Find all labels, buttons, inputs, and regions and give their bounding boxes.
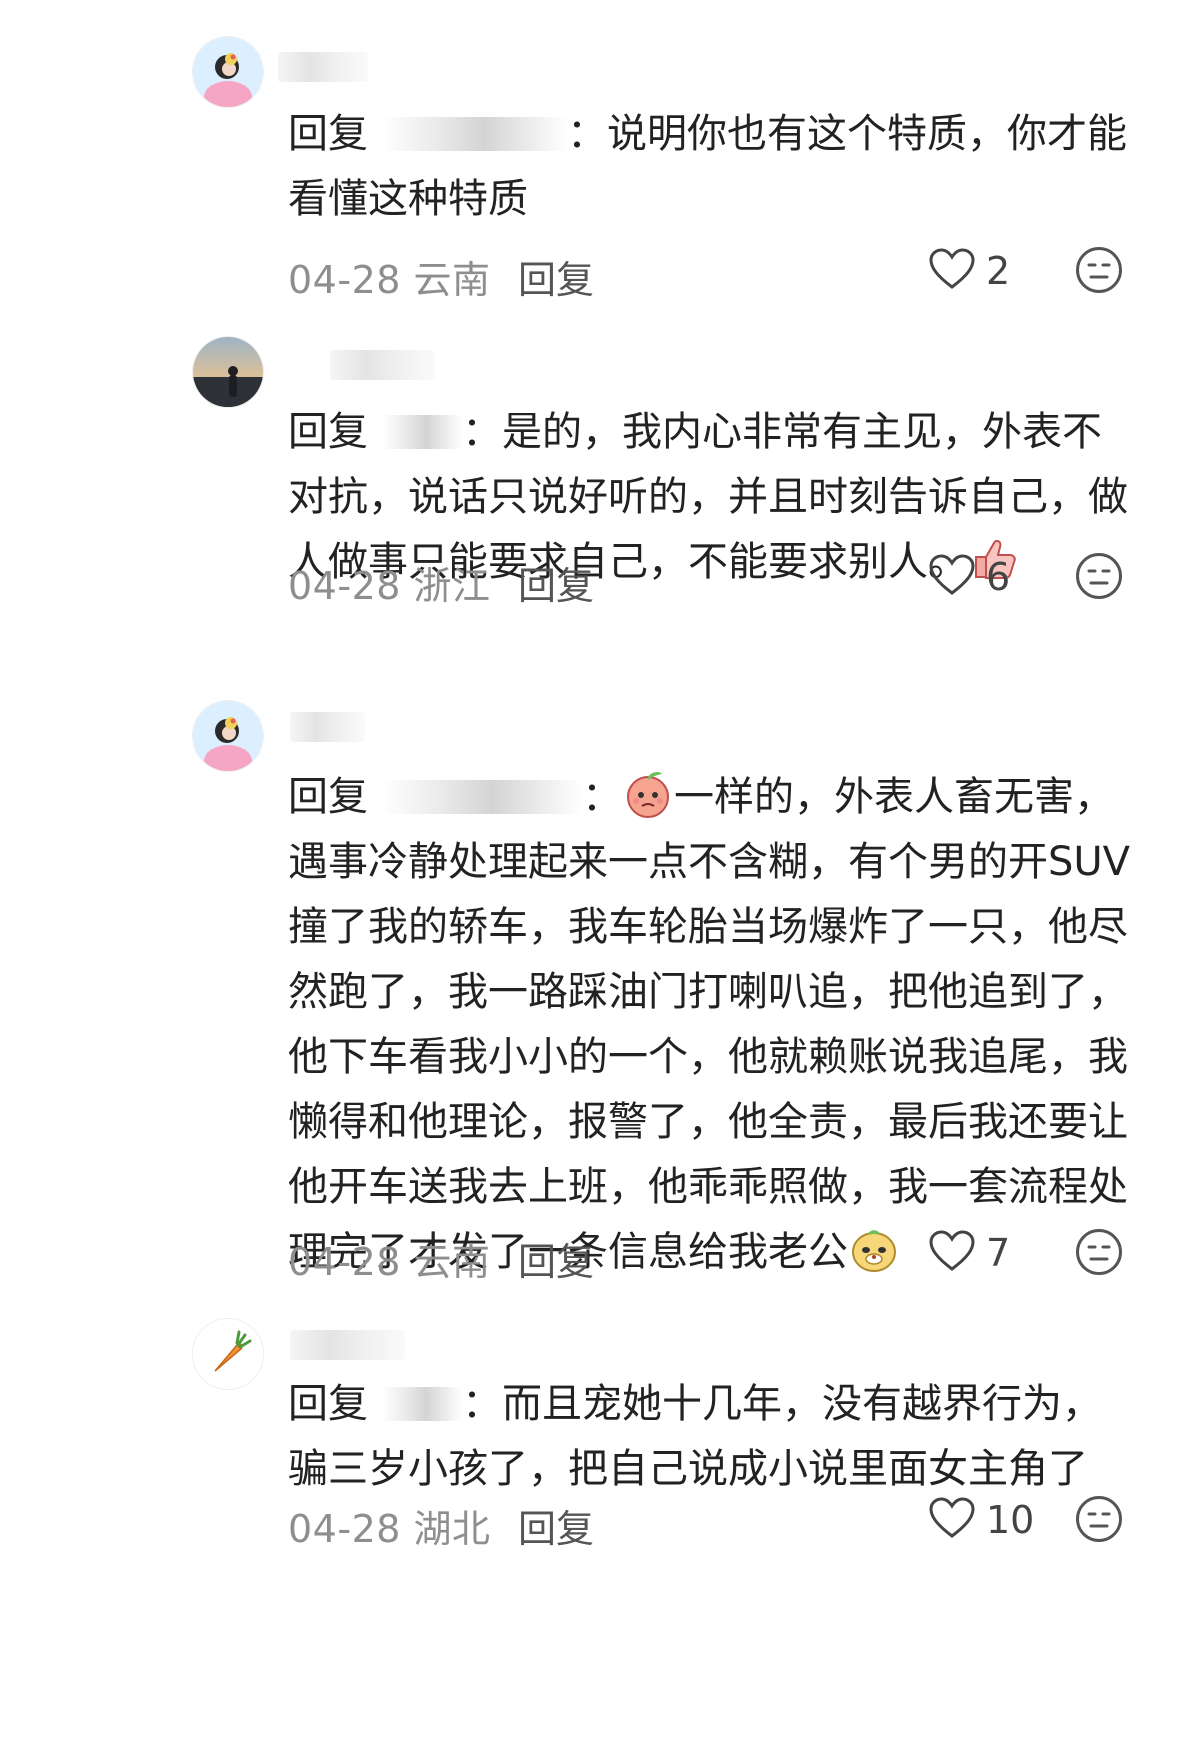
emoji-face-icon xyxy=(1076,247,1122,293)
like-count: 2 xyxy=(986,249,1011,293)
comment-meta: 04-28 云南 回复 2 xyxy=(288,243,1148,302)
like-count: 7 xyxy=(986,1231,1011,1275)
comment-date-location: 04-28 湖北 xyxy=(288,1498,491,1553)
comment-location: 云南 xyxy=(413,1240,491,1284)
mentioned-username-redacted[interactable] xyxy=(382,1387,462,1421)
user-avatar[interactable] xyxy=(192,700,264,772)
heart-outline-icon xyxy=(929,554,975,595)
reply-prefix: 回复 xyxy=(288,774,368,820)
reply-button[interactable]: 回复 xyxy=(518,555,594,610)
shy-peach-emoji xyxy=(622,768,674,820)
avatar-girl-pink-icon xyxy=(193,37,263,107)
react-button[interactable] xyxy=(1074,245,1124,295)
avatar-girl-pink-icon xyxy=(193,701,263,771)
comment-meta: 04-28 云南 回复 7 xyxy=(288,1225,1148,1284)
username-redacted[interactable] xyxy=(290,1330,405,1360)
comment-date-location: 04-28 浙江 xyxy=(288,555,491,610)
emoji-face-icon xyxy=(1076,553,1122,599)
avatar-sunset-silhouette-icon xyxy=(193,337,263,407)
comment-location: 云南 xyxy=(413,258,491,302)
user-avatar[interactable] xyxy=(192,36,264,108)
comment-date: 04-28 xyxy=(288,1240,401,1284)
comment-date: 04-28 xyxy=(288,564,401,608)
comment-date-location: 04-28 云南 xyxy=(288,1231,491,1286)
comment-date-location: 04-28 云南 xyxy=(288,249,491,304)
heart-outline-icon xyxy=(929,1497,975,1538)
react-button[interactable] xyxy=(1074,551,1124,601)
heart-outline-icon xyxy=(929,248,975,289)
username-redacted[interactable] xyxy=(278,52,368,82)
reply-prefix: 回复 xyxy=(288,111,368,157)
reply-button[interactable]: 回复 xyxy=(518,1498,594,1553)
reply-prefix: 回复 xyxy=(288,1381,368,1427)
comment-content-part2: 一样的，外表人畜无害，遇事冷静处理起来一点不含糊，有个男的开SUV撞了我的轿车，… xyxy=(288,774,1131,1275)
mentioned-username-redacted[interactable] xyxy=(382,415,462,449)
comment-date: 04-28 xyxy=(288,258,401,302)
heart-outline-icon xyxy=(929,1230,975,1271)
react-button[interactable] xyxy=(1074,1494,1124,1544)
comment-text: 回复 ：而且宠她十几年，没有越界行为，骗三岁小孩了，把自己说成小说里面女主角了 xyxy=(288,1372,1138,1502)
comment-date: 04-28 xyxy=(288,1507,401,1551)
like-count: 10 xyxy=(986,1498,1035,1542)
react-button[interactable] xyxy=(1074,1227,1124,1277)
reply-button[interactable]: 回复 xyxy=(518,249,594,304)
comment-text: 回复 ：一样的，外表人畜无害，遇事冷静处理起来一点不含糊，有个男的开SUV撞了我的… xyxy=(288,765,1138,1285)
like-button[interactable]: 2 xyxy=(928,243,1048,299)
mentioned-username-redacted[interactable] xyxy=(382,780,582,814)
comment-text: 回复 ：说明你也有这个特质，你才能看懂这种特质 xyxy=(288,102,1138,232)
carrot-icon xyxy=(193,1319,263,1389)
like-button[interactable]: 7 xyxy=(928,1225,1048,1281)
like-button[interactable]: 6 xyxy=(928,549,1048,605)
emoji-face-icon xyxy=(1076,1229,1122,1275)
like-button[interactable]: 10 xyxy=(928,1492,1048,1548)
user-avatar[interactable] xyxy=(192,336,264,408)
comment-meta: 04-28 浙江 回复 6 xyxy=(288,549,1148,608)
mentioned-username-redacted[interactable] xyxy=(382,117,567,151)
comment-meta: 04-28 湖北 回复 10 xyxy=(288,1492,1148,1551)
reply-prefix: 回复 xyxy=(288,409,368,455)
username-redacted[interactable] xyxy=(290,712,365,742)
username-redacted[interactable] xyxy=(330,350,435,380)
reply-button[interactable]: 回复 xyxy=(518,1231,594,1286)
emoji-face-icon xyxy=(1076,1496,1122,1542)
user-avatar[interactable] xyxy=(192,1318,264,1390)
like-count: 6 xyxy=(986,555,1011,599)
comment-location: 浙江 xyxy=(413,564,491,608)
comment-content-part1: ： xyxy=(582,774,622,820)
comment-location: 湖北 xyxy=(413,1507,491,1551)
